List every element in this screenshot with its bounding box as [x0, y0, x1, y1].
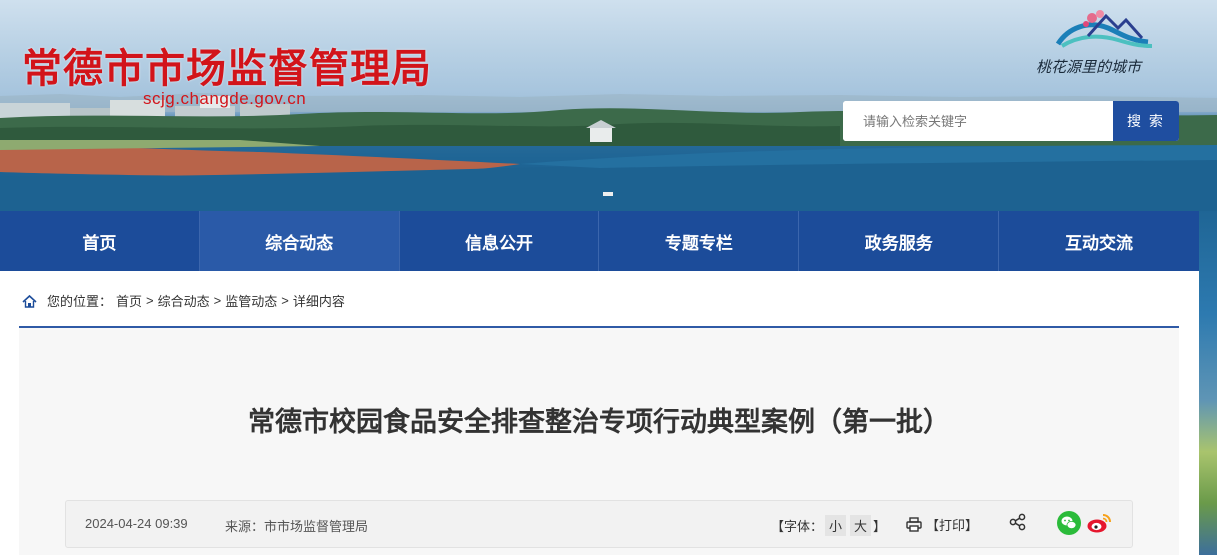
nav-item-news[interactable]: 综合动态	[199, 211, 400, 271]
share-icon[interactable]	[1009, 513, 1027, 531]
background-strip	[1199, 211, 1217, 555]
content-area: 您的位置： 首页 > 综合动态 > 监管动态 > 详细内容 常德市校园食品安全排…	[0, 271, 1199, 555]
publish-date: 2024-04-24 09:39	[85, 516, 188, 531]
font-size-close: 】	[873, 519, 887, 534]
search-button[interactable]: 搜 索	[1113, 101, 1179, 141]
breadcrumb: 您的位置： 首页 > 综合动态 > 监管动态 > 详细内容	[22, 291, 349, 310]
font-size-control: 【字体： 小 大 】	[771, 515, 886, 536]
breadcrumb-separator: >	[213, 293, 222, 308]
nav-item-info-disclosure[interactable]: 信息公开	[400, 211, 600, 271]
nav-item-interaction[interactable]: 互动交流	[999, 211, 1199, 271]
main-nav: 首页 综合动态 信息公开 专题专栏 政务服务 互动交流	[0, 211, 1199, 271]
breadcrumb-item-current: 详细内容	[292, 294, 345, 309]
print-label: 【打印】	[926, 518, 979, 533]
home-icon	[22, 294, 37, 308]
print-button[interactable]: 【打印】	[906, 515, 978, 534]
article-source: 来源：市市场监督管理局	[225, 516, 368, 535]
breadcrumb-item-news[interactable]: 综合动态	[158, 291, 210, 310]
nav-item-gov-services[interactable]: 政务服务	[799, 211, 1000, 271]
site-domain: scjg.changde.gov.cn	[143, 89, 307, 108]
font-small-button[interactable]: 小	[825, 515, 847, 536]
weibo-icon[interactable]	[1086, 511, 1112, 535]
nav-item-home[interactable]: 首页	[0, 211, 200, 271]
source-label: 来源：	[225, 519, 265, 534]
font-large-button[interactable]: 大	[850, 515, 872, 536]
site-title: 常德市市场监督管理局	[22, 46, 432, 91]
search-input[interactable]	[843, 101, 1113, 141]
article-panel: 常德市校园食品安全排查整治专项行动典型案例（第一批） 2024-04-24 09…	[19, 328, 1179, 555]
breadcrumb-separator: >	[146, 293, 154, 308]
breadcrumb-separator: >	[281, 293, 289, 308]
city-slogan: 桃花源里的城市	[1036, 60, 1142, 76]
city-logo-icon	[1055, 10, 1153, 48]
header-banner: 常德市市场监督管理局 scjg.changde.gov.cn 桃花源里的城市 搜…	[0, 0, 1217, 211]
source-value: 市市场监督管理局	[264, 519, 369, 534]
breadcrumb-prefix: 您的位置：	[47, 294, 113, 309]
font-size-label: 【字体：	[771, 519, 824, 534]
article-title: 常德市校园食品安全排查整治专项行动典型案例（第一批）	[248, 407, 950, 437]
article-meta-bar: 2024-04-24 09:39 来源：市市场监督管理局 【字体： 小 大 】 …	[65, 500, 1133, 548]
breadcrumb-item-supervision[interactable]: 监管动态	[225, 291, 277, 310]
nav-item-special-topics[interactable]: 专题专栏	[599, 211, 800, 271]
breadcrumb-item-home[interactable]: 首页	[116, 291, 142, 310]
search-box: 搜 索	[843, 101, 1179, 141]
wechat-icon[interactable]	[1057, 511, 1081, 535]
printer-icon	[906, 517, 922, 532]
